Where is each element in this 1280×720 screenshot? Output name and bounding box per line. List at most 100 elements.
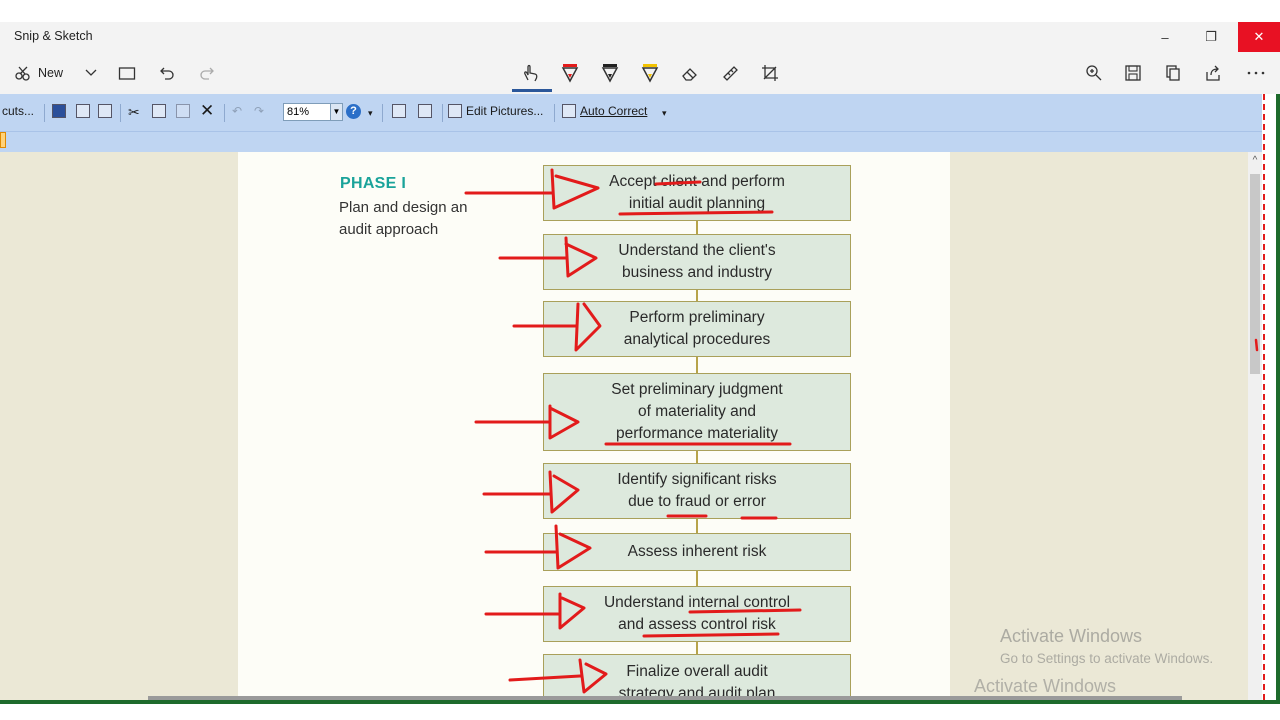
office-toolbar-row-2 <box>0 132 1262 152</box>
redo-button[interactable] <box>198 58 216 88</box>
rotate-left-icon <box>392 104 406 118</box>
copy-button[interactable] <box>1164 58 1182 88</box>
top-strip <box>0 0 1280 22</box>
undo-button[interactable] <box>158 58 176 88</box>
redo-icon: ↷ <box>254 104 265 118</box>
print-preview-button[interactable] <box>98 104 112 118</box>
undo-icon: ↶ <box>232 104 243 118</box>
chevron-down-icon <box>85 69 97 76</box>
cut-button[interactable]: ✂ <box>128 104 140 121</box>
zoom-button[interactable] <box>1084 58 1104 88</box>
sketch-toolbar: New <box>0 52 1280 94</box>
toolbar-separator <box>224 104 225 122</box>
touch-writing-button[interactable] <box>520 58 542 88</box>
ballpoint-pen-icon <box>561 64 579 83</box>
auto-correct-label: Auto Correct <box>580 104 648 118</box>
pencil-button[interactable] <box>600 58 620 88</box>
active-tool-indicator <box>512 89 552 92</box>
edit-pictures-button[interactable]: Edit Pictures... <box>448 104 543 118</box>
snip-icon <box>15 66 30 81</box>
overflow-icon: ▾ <box>662 108 667 118</box>
phase-subtitle: Plan and design an audit approach <box>339 199 468 238</box>
crop-button[interactable] <box>760 58 780 88</box>
office-save-button[interactable] <box>52 104 66 118</box>
activate-windows-watermark: Activate Windows <box>1000 626 1143 646</box>
bottom-strip <box>0 704 1280 720</box>
shortcuts-menu[interactable]: cuts... <box>2 104 34 118</box>
more-options-button[interactable] <box>1246 58 1266 88</box>
print-button[interactable] <box>76 104 90 118</box>
folder-icon <box>118 67 136 80</box>
toolbar-overflow-button[interactable]: ▾ <box>368 108 373 119</box>
toolbar-separator <box>554 104 555 122</box>
ruler-button[interactable] <box>720 58 740 88</box>
copy-icon <box>1166 65 1180 81</box>
rotate-right-button[interactable] <box>418 104 432 118</box>
restore-button[interactable]: ❐ <box>1188 22 1234 52</box>
new-snip-button[interactable]: New <box>14 58 63 88</box>
overflow-icon: ▾ <box>368 108 373 118</box>
minimize-button[interactable]: – <box>1142 22 1188 52</box>
step-box: Set preliminary judgment of materiality … <box>543 373 851 451</box>
office-undo-button[interactable]: ↶ <box>232 104 242 118</box>
document-page: PHASE I Plan and design an audit approac… <box>238 152 950 714</box>
auto-correct-icon <box>562 104 576 118</box>
document-viewport: PHASE I Plan and design an audit approac… <box>0 152 1248 714</box>
edit-pictures-label: Edit Pictures... <box>466 104 544 118</box>
auto-correct-button[interactable]: Auto Correct <box>562 104 647 118</box>
zoom-select[interactable]: 81% ▼ <box>283 103 343 121</box>
ruler-icon <box>723 66 738 81</box>
title-bar: Snip & Sketch – ❐ ✕ <box>0 22 1280 52</box>
eraser-button[interactable] <box>680 58 700 88</box>
share-button[interactable] <box>1204 58 1222 88</box>
step-box: Understand internal control and assess c… <box>543 586 851 642</box>
redo-icon <box>200 67 214 80</box>
print-preview-icon <box>98 104 112 118</box>
toolbar-overflow-button-2[interactable]: ▾ <box>662 108 667 119</box>
help-icon: ? <box>346 104 361 119</box>
save-button[interactable] <box>1124 58 1142 88</box>
green-edge <box>1276 94 1280 700</box>
toolbar-separator <box>382 104 383 122</box>
step-box: Assess inherent risk <box>543 533 851 571</box>
toolbar-separator <box>44 104 45 122</box>
touch-writing-icon <box>524 64 538 82</box>
edit-pictures-icon <box>448 104 462 118</box>
rotate-left-button[interactable] <box>392 104 406 118</box>
delete-button[interactable]: ✕ <box>200 101 215 120</box>
open-file-button[interactable] <box>118 58 136 88</box>
new-label: New <box>38 66 64 80</box>
step-box: Perform preliminary analytical procedure… <box>543 301 851 357</box>
close-button[interactable]: ✕ <box>1238 22 1280 52</box>
selection-marker <box>0 132 6 148</box>
step-box: Understand the client's business and ind… <box>543 234 851 290</box>
chevron-down-icon: ▼ <box>330 104 342 120</box>
eraser-icon <box>682 68 697 81</box>
highlighter-button[interactable] <box>640 58 660 88</box>
print-icon <box>76 104 90 118</box>
ballpoint-pen-button[interactable] <box>560 58 580 88</box>
paste-icon <box>176 104 190 118</box>
paste-button[interactable] <box>176 104 190 118</box>
new-dropdown-button[interactable] <box>84 58 98 88</box>
cut-icon: ✂ <box>128 104 140 120</box>
red-dashed-border <box>1263 94 1265 700</box>
vertical-scrollbar[interactable]: ^ <box>1248 152 1262 700</box>
office-copy-button[interactable] <box>152 104 166 118</box>
zoom-value: 81% <box>287 106 310 118</box>
scroll-thumb[interactable] <box>1250 174 1260 374</box>
more-icon <box>1247 71 1265 75</box>
toolbar-separator <box>120 104 121 122</box>
save-icon <box>1125 65 1141 81</box>
crop-icon <box>762 65 778 81</box>
app-title: Snip & Sketch <box>14 29 93 43</box>
share-icon <box>1206 65 1220 81</box>
office-redo-button[interactable]: ↷ <box>254 104 264 118</box>
rotate-right-icon <box>418 104 432 118</box>
undo-icon <box>160 67 174 80</box>
zoom-in-icon <box>1086 65 1102 81</box>
help-button[interactable]: ? <box>346 104 361 119</box>
scroll-up-icon[interactable]: ^ <box>1248 154 1262 168</box>
delete-icon: ✕ <box>200 101 215 120</box>
step-box: Accept client and perform initial audit … <box>543 165 851 221</box>
